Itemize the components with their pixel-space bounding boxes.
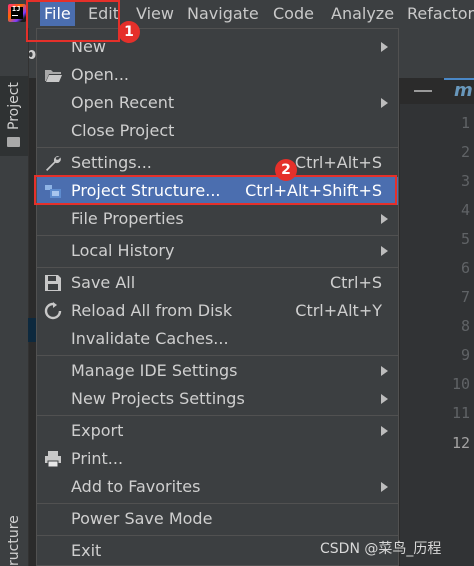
- save-icon: [45, 275, 61, 291]
- line-number: 7: [460, 288, 470, 306]
- menu-refactor[interactable]: Refactor: [403, 2, 474, 26]
- menu-separator: [37, 355, 398, 356]
- line-number: 10: [451, 375, 470, 393]
- menu-item-label: File Properties: [71, 209, 184, 228]
- submenu-arrow-icon: [381, 214, 388, 224]
- menu-item-label: Print...: [71, 449, 124, 468]
- wrench-icon: [46, 156, 61, 171]
- menu-item-label: Export: [71, 421, 124, 440]
- menu-item-label: Local History: [71, 241, 175, 260]
- file-menu: New Open... Open Recent Close Project Se…: [36, 28, 399, 566]
- editor-tab[interactable]: m: [444, 78, 474, 106]
- line-number: 3: [460, 172, 470, 190]
- folder-icon: [7, 137, 20, 147]
- menu-item-export[interactable]: Export: [37, 417, 398, 445]
- folder-open-icon: [45, 70, 62, 82]
- menu-separator: [37, 267, 398, 268]
- menu-analyze[interactable]: Analyze: [327, 2, 398, 26]
- menu-separator: [37, 535, 398, 536]
- menu-navigate[interactable]: Navigate: [183, 2, 263, 26]
- submenu-arrow-icon: [381, 42, 388, 52]
- annotation-badge-2: 2: [275, 159, 297, 181]
- structure-tool-label[interactable]: ructure: [6, 515, 22, 566]
- menu-item-new-projects-settings[interactable]: New Projects Settings: [37, 385, 398, 413]
- line-number: 2: [460, 143, 470, 161]
- menu-item-manage-ide-settings[interactable]: Manage IDE Settings: [37, 357, 398, 385]
- menu-item-shortcut: Ctrl+S: [329, 273, 382, 292]
- menu-item-label: Add to Favorites: [71, 477, 201, 496]
- submenu-arrow-icon: [381, 98, 388, 108]
- reload-icon: [44, 302, 62, 320]
- line-number-current: 12: [451, 434, 470, 452]
- menu-item-label: Manage IDE Settings: [71, 361, 238, 380]
- menu-item-file-properties[interactable]: File Properties: [37, 205, 398, 233]
- menu-item-label: Open...: [71, 65, 129, 84]
- menu-item-label: Save All: [71, 273, 136, 292]
- line-number: 6: [460, 259, 470, 277]
- submenu-arrow-icon: [381, 482, 388, 492]
- line-number: 4: [460, 201, 470, 219]
- minimize-icon[interactable]: [414, 90, 432, 92]
- printer-icon: [45, 451, 61, 468]
- menu-item-print[interactable]: Print...: [37, 445, 398, 473]
- menu-item-save-all[interactable]: Save All Ctrl+S: [37, 269, 398, 297]
- submenu-arrow-icon: [381, 246, 388, 256]
- menu-item-local-history[interactable]: Local History: [37, 237, 398, 265]
- menu-item-label: New Projects Settings: [71, 389, 245, 408]
- line-number: 5: [460, 230, 470, 248]
- menu-item-reload-all[interactable]: Reload All from Disk Ctrl+Alt+Y: [37, 297, 398, 325]
- menu-item-power-save-mode[interactable]: Power Save Mode: [37, 505, 398, 533]
- menu-item-label: Open Recent: [71, 93, 175, 112]
- menu-code[interactable]: Code: [269, 2, 318, 26]
- menu-separator: [37, 503, 398, 504]
- menu-item-open-recent[interactable]: Open Recent: [37, 89, 398, 117]
- menu-item-label: Invalidate Caches...: [71, 329, 229, 348]
- annotation-badge-1: 1: [118, 21, 140, 43]
- line-number: 8: [460, 317, 470, 335]
- menu-separator: [37, 415, 398, 416]
- menu-view[interactable]: View: [132, 2, 178, 26]
- line-number: 1: [460, 114, 470, 132]
- intellij-logo-icon: IJ: [8, 4, 26, 22]
- line-number: 11: [451, 404, 470, 422]
- menu-item-label: Reload All from Disk: [71, 301, 233, 320]
- menu-item-shortcut: Ctrl+Alt+Y: [295, 301, 382, 320]
- line-number: 9: [460, 346, 470, 364]
- menu-item-invalidate-caches[interactable]: Invalidate Caches...: [37, 325, 398, 353]
- menu-item-add-to-favorites[interactable]: Add to Favorites: [37, 473, 398, 501]
- menu-item-shortcut: Ctrl+Alt+S: [294, 153, 382, 172]
- menu-item-label: Power Save Mode: [71, 509, 213, 528]
- editor-tab-label: m: [454, 80, 473, 101]
- menu-item-label: Settings...: [71, 153, 152, 172]
- menu-separator: [37, 235, 398, 236]
- menu-item-close-project[interactable]: Close Project: [37, 117, 398, 145]
- menu-separator: [37, 147, 398, 148]
- submenu-arrow-icon: [381, 366, 388, 376]
- menu-item-open[interactable]: Open...: [37, 61, 398, 89]
- submenu-arrow-icon: [381, 426, 388, 436]
- menu-item-label: Close Project: [71, 121, 175, 140]
- menu-item-label: Exit: [71, 541, 102, 560]
- menu-item-settings[interactable]: Settings... Ctrl+Alt+S: [37, 149, 398, 177]
- watermark: CSDN @菜鸟_历程: [320, 541, 442, 557]
- submenu-arrow-icon: [381, 394, 388, 404]
- annotation-box-project-structure: [34, 175, 397, 205]
- project-tool-label: Project: [6, 82, 22, 130]
- annotation-box-file: [26, 0, 120, 42]
